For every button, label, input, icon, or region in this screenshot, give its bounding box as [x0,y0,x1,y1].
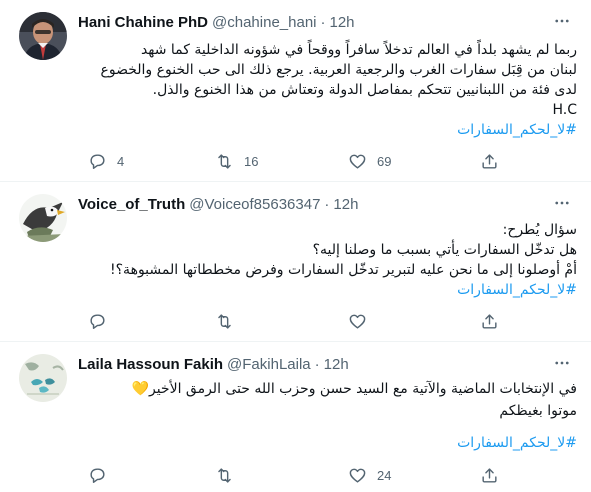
hashtag-link[interactable]: #لا_لحكم_السفارات [78,120,577,140]
heart-icon [349,314,366,329]
tweet-text: في الإنتخابات الماضية والآتية مع السيد ح… [78,378,577,454]
tweet-text-line: في الإنتخابات الماضية والآتية مع السيد ح… [131,381,577,397]
share-button[interactable] [480,312,499,331]
user-handle[interactable]: @chahine_hani [212,14,316,31]
reply-count: 4 [117,153,125,169]
tweet-actions: 24 [78,464,508,486]
avatar[interactable] [19,12,67,60]
separator-dot: · [324,195,330,213]
share-icon [482,153,497,169]
like-count: 69 [377,153,392,169]
tweet-text-line: سؤال يُطرح: [502,222,577,238]
tweet-3[interactable]: Laila Hassoun Fakih @FakihLaila · 12h في… [0,342,591,492]
tweet-2[interactable]: Voice_of_Truth @Voiceof85636347 · 12h سؤ… [0,182,591,342]
share-button[interactable] [480,152,499,171]
tweet-1[interactable]: Hani Chahine PhD @chahine_hani · 12h ربم… [0,0,591,182]
display-name[interactable]: Voice_of_Truth [78,196,185,213]
tweet-header: Laila Hassoun Fakih @FakihLaila · 12h [78,354,349,374]
tweet-header: Voice_of_Truth @Voiceof85636347 · 12h [78,194,358,214]
retweet-button[interactable] [215,312,244,331]
reply-icon [90,313,105,329]
retweet-button[interactable] [215,466,244,485]
hashtag-link[interactable]: #لا_لحكم_السفارات [78,432,577,454]
retweet-icon [218,467,231,483]
share-icon [482,467,497,483]
tweet-actions [78,310,508,332]
reply-icon [90,467,105,483]
tweet-text-line: لبنان من قِبَل سفارات الغرب والرجعية الع… [100,62,578,78]
display-name[interactable]: Laila Hassoun Fakih [78,356,223,373]
tweet-text-line: هل تدخّل السفارات يأتي بسبب ما وصلنا إلي… [312,242,577,258]
more-horizontal-icon[interactable] [551,192,573,214]
share-button[interactable] [480,466,499,485]
like-button[interactable]: 24 [348,466,391,485]
hashtag-link[interactable]: #لا_لحكم_السفارات [78,280,577,300]
more-horizontal-icon[interactable] [551,352,573,374]
retweet-icon [218,313,231,329]
heart-icon [349,468,366,483]
tweet-text: ربما لم يشهد بلداً في العالم تدخلاً سافر… [78,40,578,140]
reply-button[interactable] [88,466,117,485]
share-icon [482,313,497,329]
user-handle[interactable]: @Voiceof85636347 [189,196,320,213]
timestamp[interactable]: 12h [324,356,349,373]
reply-button[interactable] [88,312,117,331]
reply-button[interactable]: 4 [88,152,124,171]
timestamp[interactable]: 12h [330,14,355,31]
more-horizontal-icon[interactable] [551,10,573,32]
tweet-text-line: H.C [552,102,577,118]
user-handle[interactable]: @FakihLaila [227,356,311,373]
like-button[interactable]: 69 [348,152,391,171]
tweet-text: سؤال يُطرح: هل تدخّل السفارات يأتي بسبب … [78,220,577,300]
tweet-actions: 4 16 69 [78,150,508,172]
separator-dot: · [314,355,320,373]
avatar[interactable] [19,194,67,242]
separator-dot: · [320,13,326,31]
like-count: 24 [377,467,392,483]
avatar[interactable] [19,354,67,402]
retweet-button[interactable]: 16 [215,152,258,171]
tweet-header: Hani Chahine PhD @chahine_hani · 12h [78,12,355,32]
tweet-text-line: أمْ أوصلونا إلى ما نحن عليه لتبرير تدخّل… [110,262,577,278]
retweet-icon [218,153,231,169]
timestamp[interactable]: 12h [333,196,358,213]
heart-icon [349,154,366,169]
tweet-text-line: ربما لم يشهد بلداً في العالم تدخلاً سافر… [140,42,577,58]
display-name[interactable]: Hani Chahine PhD [78,14,208,31]
like-button[interactable] [348,312,377,331]
tweet-text-line: موتوا بغيظكم [499,403,577,419]
reply-icon [90,153,105,169]
tweet-text-line: لدى فئة من اللبنانيين تتحكم بمفاصل الدول… [152,82,577,98]
retweet-count: 16 [244,153,259,169]
